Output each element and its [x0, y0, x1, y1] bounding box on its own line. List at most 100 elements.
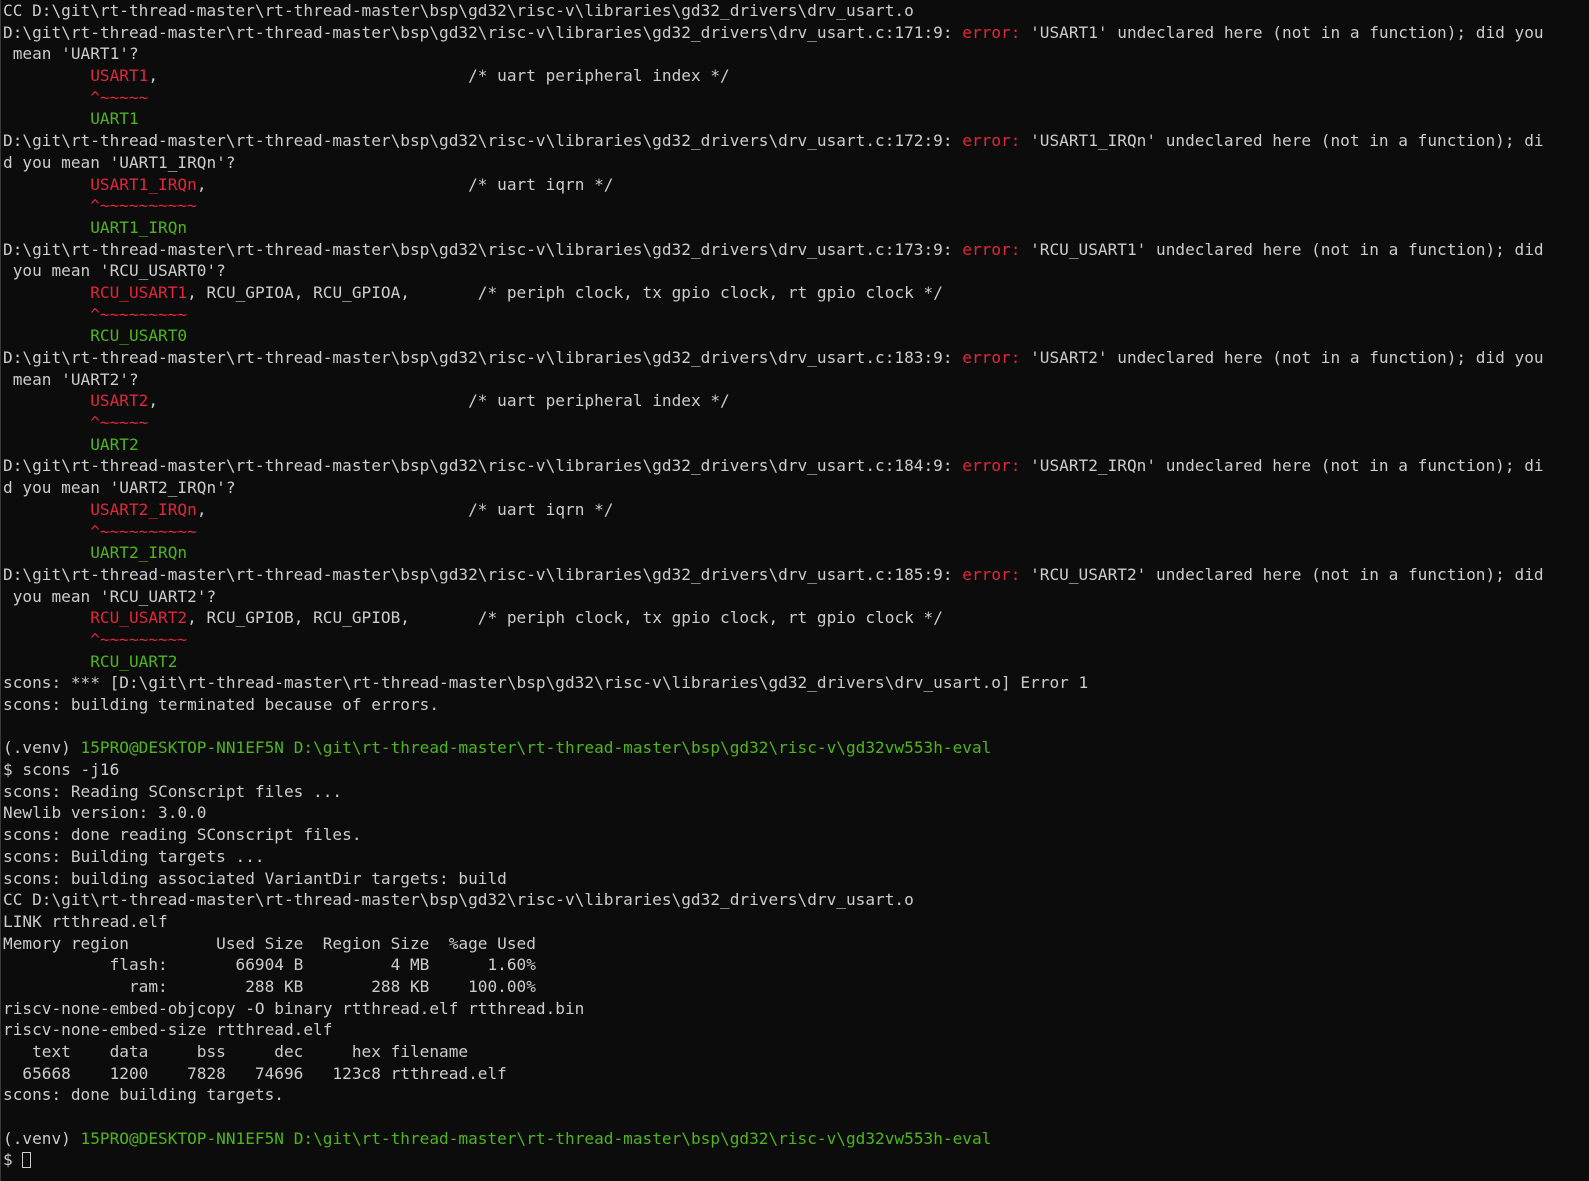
- output-text: 'USART2_IRQn' undeclared here (not in a …: [1020, 456, 1544, 476]
- error-text: ^~~~~~: [90, 87, 149, 107]
- terminal-line: ^~~~~~~~~~: [3, 304, 1589, 326]
- terminal-line: CC D:\git\rt-thread-master\rt-thread-mas…: [3, 889, 1589, 911]
- terminal-line: D:\git\rt-thread-master\rt-thread-master…: [3, 455, 1589, 477]
- terminal-line: 65668 1200 7828 74696 123c8 rtthread.elf: [3, 1063, 1589, 1085]
- output-text: ram: 288 KB 288 KB 100.00%: [3, 976, 536, 996]
- terminal-line: (.venv) 15PRO@DESKTOP-NN1EF5N D:\git\rt-…: [3, 1128, 1589, 1150]
- output-text: scons: building terminated because of er…: [3, 695, 440, 714]
- terminal-line: D:\git\rt-thread-master\rt-thread-master…: [3, 130, 1589, 152]
- highlight-text: UART1: [90, 109, 139, 129]
- output-text: D:\git\rt-thread-master\rt-thread-master…: [3, 239, 963, 259]
- output-text: scons: done reading SConscript files.: [3, 825, 362, 845]
- terminal-line: riscv-none-embed-objcopy -O binary rtthr…: [3, 998, 1589, 1020]
- terminal-line: D:\git\rt-thread-master\rt-thread-master…: [3, 239, 1589, 261]
- highlight-text: 15PRO@DESKTOP-NN1EF5N: [80, 1128, 284, 1148]
- error-text: ^~~~~~~~~~: [90, 629, 188, 649]
- output-text: , RCU_GPIOB, RCU_GPIOB, /* periph clock,…: [187, 608, 943, 628]
- output-text: 65668 1200 7828 74696 123c8 rtthread.elf: [3, 1063, 507, 1083]
- terminal-line: RCU_USART0: [3, 325, 1589, 347]
- output-text: D:\git\rt-thread-master\rt-thread-master…: [3, 456, 963, 476]
- terminal-line: text data bss dec hex filename: [3, 1041, 1589, 1063]
- terminal-line: UART1: [3, 108, 1589, 130]
- terminal-line: $: [3, 1149, 1589, 1171]
- terminal-line: RCU_USART2, RCU_GPIOB, RCU_GPIOB, /* per…: [3, 607, 1589, 629]
- terminal-line: UART1_IRQn: [3, 217, 1589, 239]
- output-text: d you mean 'UART2_IRQn'?: [3, 478, 236, 498]
- terminal-line: D:\git\rt-thread-master\rt-thread-master…: [3, 22, 1589, 44]
- terminal-line: USART1, /* uart peripheral index */: [3, 65, 1589, 87]
- terminal-line: mean 'UART1'?: [3, 43, 1589, 65]
- terminal-line: flash: 66904 B 4 MB 1.60%: [3, 954, 1589, 976]
- error-text: error:: [962, 239, 1021, 259]
- output-text: D:\git\rt-thread-master\rt-thread-master…: [3, 348, 963, 367]
- output-text: (.venv): [3, 738, 81, 758]
- error-text: ^~~~~~: [90, 413, 149, 433]
- terminal-line: USART2, /* uart peripheral index */: [3, 390, 1589, 412]
- terminal-line: scons: done reading SConscript files.: [3, 824, 1589, 846]
- terminal-line: $ scons -j16: [3, 759, 1589, 781]
- terminal-line: scons: *** [D:\git\rt-thread-master\rt-t…: [3, 672, 1589, 694]
- output-text: $: [3, 1150, 23, 1170]
- terminal-line: scons: Reading SConscript files ...: [3, 781, 1589, 803]
- highlight-text: RCU_UART2: [90, 651, 178, 671]
- highlight-text: RCU_USART0: [90, 326, 188, 346]
- terminal-line: you mean 'RCU_USART0'?: [3, 260, 1589, 282]
- terminal-line: UART2_IRQn: [3, 542, 1589, 564]
- terminal-line: Memory region Used Size Region Size %age…: [3, 933, 1589, 955]
- terminal-line: CC D:\git\rt-thread-master\rt-thread-mas…: [3, 0, 1589, 22]
- terminal-line: scons: Building targets ...: [3, 846, 1589, 868]
- error-text: error:: [962, 564, 1021, 584]
- output-text: scons: Building targets ...: [3, 846, 265, 866]
- output-text: , /* uart iqrn */: [196, 499, 614, 519]
- terminal-line: scons: building terminated because of er…: [3, 694, 1589, 716]
- terminal-line: d you mean 'UART2_IRQn'?: [3, 477, 1589, 499]
- highlight-text: UART2: [90, 434, 139, 454]
- output-text: , /* uart peripheral index */: [148, 391, 730, 411]
- error-text: USART1_IRQn: [90, 174, 197, 194]
- error-text: USART2_IRQn: [90, 499, 197, 519]
- output-text: , RCU_GPIOA, RCU_GPIOA, /* periph clock,…: [187, 282, 943, 302]
- output-text: D:\git\rt-thread-master\rt-thread-master…: [3, 131, 963, 151]
- terminal-line: ^~~~~~: [3, 87, 1589, 109]
- output-text: 'RCU_USART1' undeclared here (not in a f…: [1020, 239, 1544, 259]
- output-text: 'RCU_USART2' undeclared here (not in a f…: [1020, 564, 1544, 584]
- error-text: RCU_USART2: [90, 608, 188, 628]
- terminal-line: RCU_UART2: [3, 651, 1589, 673]
- terminal-window[interactable]: CC D:\git\rt-thread-master\rt-thread-mas…: [0, 0, 1589, 1181]
- terminal-line: (.venv) 15PRO@DESKTOP-NN1EF5N D:\git\rt-…: [3, 737, 1589, 759]
- terminal-line: ^~~~~~~~~~~: [3, 521, 1589, 543]
- terminal-line: Newlib version: 3.0.0: [3, 802, 1589, 824]
- error-text: ^~~~~~~~~~~: [90, 521, 197, 541]
- error-text: ^~~~~~~~~~~: [90, 196, 197, 216]
- terminal-line: ram: 288 KB 288 KB 100.00%: [3, 976, 1589, 998]
- terminal-line: ^~~~~~: [3, 412, 1589, 434]
- output-text: 'USART1' undeclared here (not in a funct…: [1020, 22, 1544, 42]
- terminal-line: ^~~~~~~~~~~: [3, 195, 1589, 217]
- cursor-icon: [22, 1152, 32, 1169]
- terminal-line: D:\git\rt-thread-master\rt-thread-master…: [3, 564, 1589, 586]
- output-text: mean 'UART1'?: [3, 44, 139, 64]
- output-text: riscv-none-embed-size rtthread.elf: [3, 1020, 333, 1040]
- terminal-line: d you mean 'UART1_IRQn'?: [3, 152, 1589, 174]
- output-text: flash: 66904 B 4 MB 1.60%: [3, 955, 536, 975]
- output-text: riscv-none-embed-objcopy -O binary rtthr…: [3, 998, 585, 1018]
- highlight-text: UART2_IRQn: [90, 543, 188, 563]
- terminal-line: scons: building associated VariantDir ta…: [3, 868, 1589, 890]
- output-text: scons: building associated VariantDir ta…: [3, 868, 507, 888]
- output-text: scons: done building targets.: [3, 1085, 284, 1105]
- highlight-text: D:\git\rt-thread-master\rt-thread-master…: [293, 1128, 992, 1148]
